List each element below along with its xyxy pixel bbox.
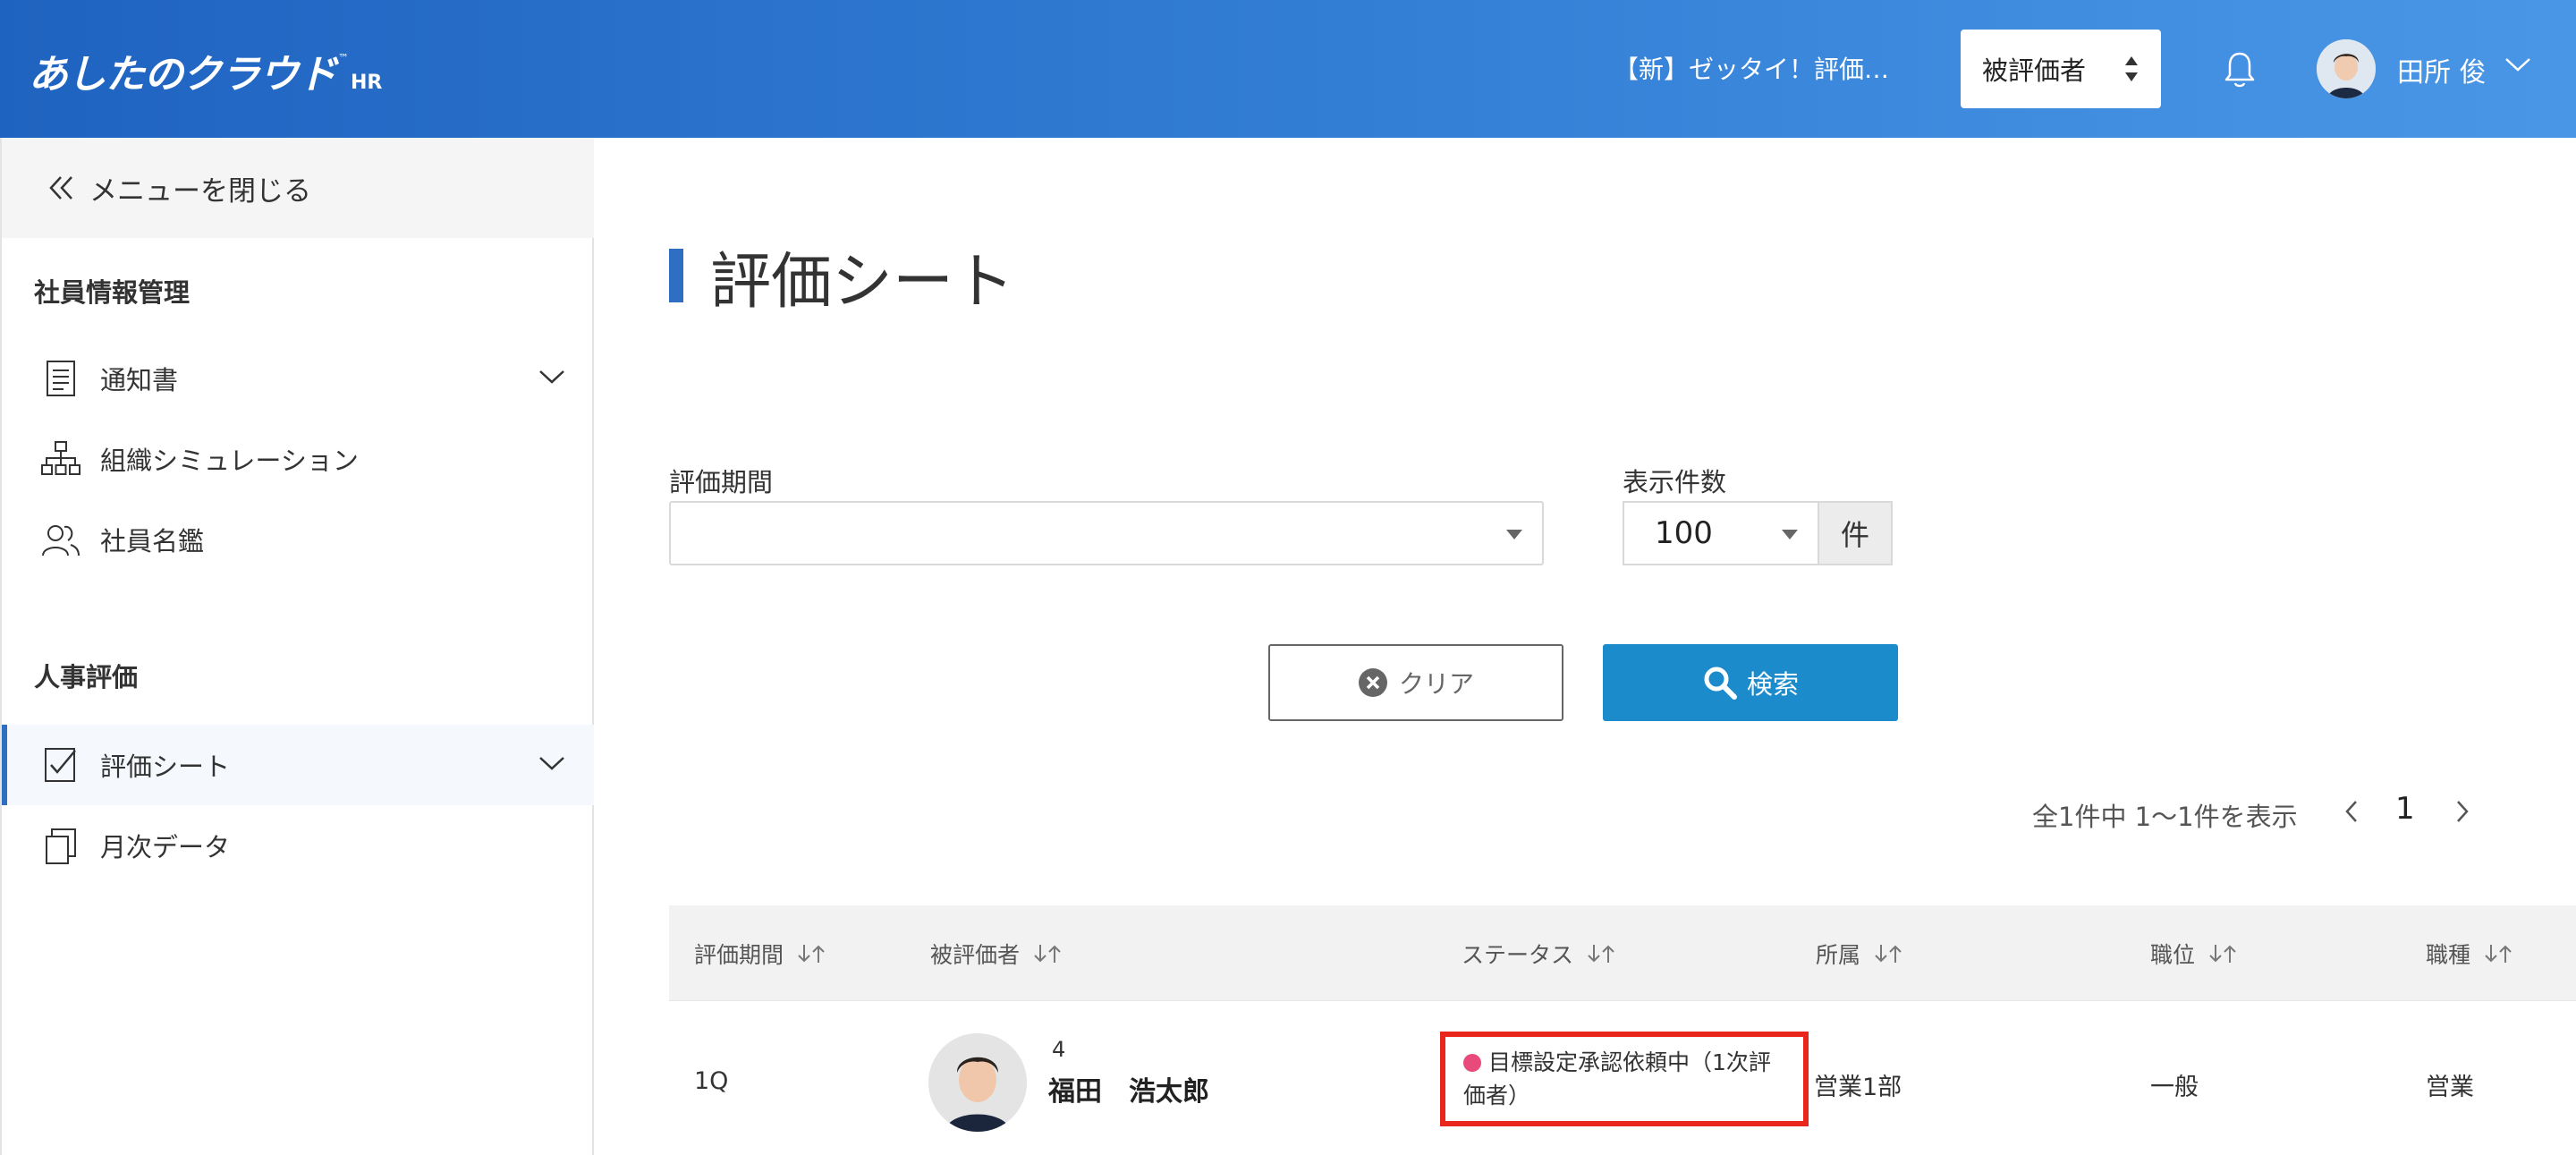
count-unit-label: 件 <box>1818 501 1893 565</box>
column-header-label: 被評価者 <box>930 942 1021 968</box>
user-name[interactable]: 田所 俊 <box>2397 50 2487 89</box>
close-menu-button[interactable]: メニューを閉じる <box>2 138 594 238</box>
sort-icon <box>1034 945 1061 963</box>
notification-bell-icon[interactable] <box>2222 50 2258 89</box>
clear-x-circle-icon <box>1358 668 1387 697</box>
clear-button[interactable]: クリア <box>1268 644 1563 721</box>
chevron-left-icon[interactable] <box>2342 798 2361 825</box>
document-icon <box>41 359 80 398</box>
column-header-job-type[interactable]: 職種 <box>2426 938 2515 970</box>
cell-department: 営業1部 <box>1814 1074 1902 1101</box>
column-header-label: 職種 <box>2426 942 2471 968</box>
org-chart-icon <box>41 439 80 479</box>
sort-icon <box>2209 945 2236 963</box>
column-header-label: 所属 <box>1816 942 1861 968</box>
sidebar-item-notices[interactable]: 通知書 <box>2 338 594 419</box>
sort-icon <box>1588 945 1614 963</box>
column-header-label: ステータス <box>1462 942 1574 968</box>
select-arrows-icon <box>2125 56 2138 81</box>
sort-icon <box>798 945 825 963</box>
chevron-down-icon[interactable] <box>538 368 565 386</box>
table-header: 評価期間 被評価者 ステータス 所属 職位 職種 <box>669 905 2576 1000</box>
page-title-text: 評価シート <box>710 246 1015 318</box>
chevron-down-icon[interactable] <box>538 754 565 772</box>
status-badge: 目標設定承認依頼中（1次評 価者） <box>1440 1032 1809 1126</box>
cell-job-type: 営業 <box>2426 1074 2474 1101</box>
role-select[interactable]: 被評価者 <box>1961 30 2161 108</box>
sidebar-item-label: 月次データ <box>100 832 231 862</box>
logo-text: あしたのクラウド <box>29 52 337 98</box>
cell-period: 1Q <box>694 1067 729 1095</box>
logo-suffix: HR <box>351 72 383 94</box>
cell-position: 一般 <box>2150 1074 2199 1101</box>
search-button[interactable]: 検索 <box>1603 644 1898 721</box>
app-logo[interactable]: あしたのクラウド ™ HR <box>29 41 382 95</box>
caret-down-icon <box>1506 530 1522 539</box>
column-header-label: 職位 <box>2150 942 2196 968</box>
sidebar-item-evaluation-sheet[interactable]: 評価シート <box>2 725 594 805</box>
checked-sheet-icon <box>41 745 80 785</box>
double-chevron-left-icon <box>49 176 72 200</box>
logo-trademark: ™ <box>338 52 349 64</box>
user-avatar[interactable] <box>2317 39 2376 98</box>
column-header-evaluatee[interactable]: 被評価者 <box>930 938 1064 970</box>
close-menu-label: メニューを閉じる <box>89 174 311 208</box>
people-icon <box>41 520 80 559</box>
section-title-employee-info: 社員情報管理 <box>34 277 191 308</box>
search-icon <box>1704 667 1737 700</box>
sidebar-item-employee-directory[interactable]: 社員名鑑 <box>2 499 594 580</box>
section-title-hr-evaluation: 人事評価 <box>34 662 139 692</box>
sidebar-item-label: 評価シート <box>100 752 231 782</box>
column-header-status[interactable]: ステータス <box>1462 938 1618 970</box>
employee-number: 4 <box>1052 1037 1066 1062</box>
sidebar: メニューを閉じる 社員情報管理 通知書 組織シミュレーション 社員名鑑 人事評価… <box>0 138 594 1155</box>
count-select-value: 100 <box>1655 515 1713 551</box>
employee-avatar <box>928 1033 1027 1132</box>
role-select-value: 被評価者 <box>1982 55 2087 86</box>
column-header-department[interactable]: 所属 <box>1816 938 1905 970</box>
status-text-line1: 目標設定承認依頼中（1次評 <box>1488 1049 1771 1075</box>
sidebar-item-label: 通知書 <box>100 365 179 395</box>
chevron-right-icon[interactable] <box>2453 798 2472 825</box>
count-filter-label: 表示件数 <box>1623 467 1727 497</box>
caret-down-icon <box>1782 530 1798 539</box>
sidebar-item-label: 社員名鑑 <box>100 526 205 556</box>
sidebar-item-label: 組織シミュレーション <box>100 446 359 476</box>
app-header: あしたのクラウド ™ HR 【新】ゼッタイ！評価… 被評価者 田所 俊 <box>0 0 2576 138</box>
current-period-title[interactable]: 【新】ゼッタイ！評価… <box>1614 50 1889 86</box>
period-select[interactable] <box>669 501 1544 565</box>
employee-name[interactable]: 福田 浩太郎 <box>1048 1069 1209 1108</box>
result-summary: 全1件中 1〜1件を表示 <box>2032 802 2298 832</box>
status-dot <box>1463 1054 1481 1072</box>
sort-icon <box>1875 945 1902 963</box>
page-number-current[interactable]: 1 <box>2395 791 2415 827</box>
page-title: 評価シート <box>669 240 1014 318</box>
sidebar-item-org-simulation[interactable]: 組織シミュレーション <box>2 419 594 499</box>
chevron-down-icon[interactable] <box>2504 55 2531 73</box>
sort-icon <box>2485 945 2512 963</box>
table-row[interactable]: 1Q 4 福田 浩太郎 目標設定承認依頼中（1次評 価者） 営業1部 一般 営業 <box>669 1000 2576 1155</box>
status-text-line2: 価者） <box>1463 1083 1531 1108</box>
column-header-label: 評価期間 <box>694 942 784 968</box>
period-filter-label: 評価期間 <box>669 467 774 497</box>
count-select[interactable]: 100 <box>1623 501 1818 565</box>
clear-button-label: クリア <box>1398 669 1474 699</box>
column-header-position[interactable]: 職位 <box>2150 938 2240 970</box>
search-button-label: 検索 <box>1746 669 1799 700</box>
column-header-period[interactable]: 評価期間 <box>694 938 828 970</box>
title-accent-bar <box>669 249 683 302</box>
copy-icon <box>41 826 80 865</box>
sidebar-item-monthly-data[interactable]: 月次データ <box>2 805 594 886</box>
